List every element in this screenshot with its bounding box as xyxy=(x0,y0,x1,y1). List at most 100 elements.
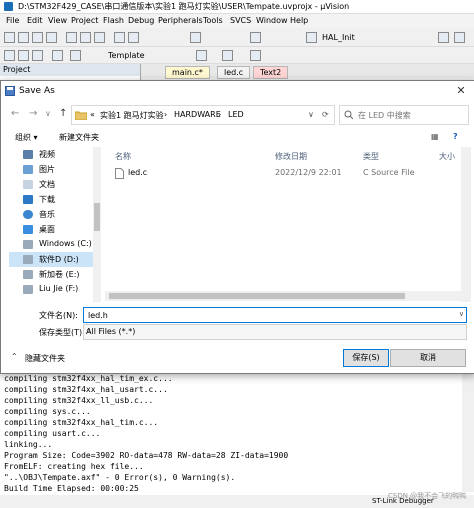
c-source-file-icon xyxy=(115,168,124,179)
build-output-window: compiling stm32f4xx_hal_tim_ex.c... comp… xyxy=(0,370,474,508)
file-list-scrollbar[interactable] xyxy=(461,147,471,302)
nav-item-music[interactable]: 音乐 xyxy=(9,207,95,222)
filename-field[interactable]: ∨ xyxy=(83,307,467,323)
help-icon[interactable]: ? xyxy=(453,132,458,141)
save-all-icon[interactable] xyxy=(46,32,57,43)
tab-main-c[interactable]: main.c* xyxy=(165,66,210,79)
debug-start-icon[interactable] xyxy=(438,32,449,43)
nav-item-drive-e[interactable]: 新加卷 (E:) xyxy=(9,267,95,282)
cancel-button[interactable]: 取消 xyxy=(390,349,466,367)
nav-item-pictures[interactable]: 图片 xyxy=(9,162,95,177)
nav-item-desktop[interactable]: 桌面 xyxy=(9,222,95,237)
target-options-icon[interactable] xyxy=(196,50,207,61)
build-line: FromELF: creating hex file... xyxy=(4,462,144,471)
chevron-down-icon[interactable]: ∨ xyxy=(459,310,464,318)
save-icon[interactable] xyxy=(32,32,43,43)
column-date[interactable]: 修改日期 xyxy=(275,151,307,162)
column-size[interactable]: 大小 xyxy=(439,151,455,162)
menu-flash[interactable]: Flash xyxy=(103,16,124,25)
build-line: compiling stm32f4xx_ll_usb.c... xyxy=(4,396,154,405)
filetype-select[interactable]: All Files (*.*) ∨ xyxy=(83,324,467,340)
column-type[interactable]: 类型 xyxy=(363,151,379,162)
nav-item-drive-d[interactable]: 软件D (D:) xyxy=(9,252,95,267)
address-overflow[interactable]: « xyxy=(90,110,95,119)
up-folder-icon[interactable]: ↑ xyxy=(59,108,67,119)
filename-input[interactable] xyxy=(86,309,450,322)
save-as-icon xyxy=(5,86,15,96)
recent-locations-icon[interactable]: ∨ xyxy=(45,109,51,118)
address-separator: › xyxy=(164,110,168,119)
target-select[interactable]: Template xyxy=(108,51,145,60)
refresh-icon[interactable]: ⟳ xyxy=(322,110,329,119)
forward-arrow-icon[interactable]: → xyxy=(29,108,37,119)
address-segment-led[interactable]: LED xyxy=(228,110,244,119)
save-button[interactable]: 保存(S) xyxy=(343,349,389,367)
redo-icon[interactable] xyxy=(128,32,139,43)
build-output-scrollbar[interactable] xyxy=(462,372,474,492)
view-options-icon[interactable]: ▦ xyxy=(431,132,439,141)
paste-icon[interactable] xyxy=(94,32,105,43)
address-dropdown-icon[interactable]: ∨ xyxy=(308,110,314,119)
app-title: D:\STM32F429_CASE\串口通信版本\实验1 跑马灯实验\USER\… xyxy=(18,2,350,11)
file-list-hscrollbar[interactable] xyxy=(105,291,461,301)
nav-item-documents[interactable]: 文档 xyxy=(9,177,95,192)
file-date: 2022/12/9 22:01 xyxy=(275,168,342,177)
hide-folders-chevron-icon[interactable]: ⌃ xyxy=(11,352,18,361)
address-separator: › xyxy=(218,110,222,119)
dialog-title-bar: Save As ✕ xyxy=(1,81,474,101)
back-arrow-icon[interactable]: ← xyxy=(11,108,19,119)
nav-item-downloads[interactable]: 下载 xyxy=(9,192,95,207)
new-folder-button[interactable]: 新建文件夹 xyxy=(59,132,99,143)
address-segment-hardware[interactable]: HARDWARE xyxy=(174,110,221,119)
menu-help[interactable]: Help xyxy=(290,16,308,25)
menu-svcs[interactable]: SVCS xyxy=(230,16,251,25)
hide-folders-toggle[interactable]: 隐藏文件夹 xyxy=(25,353,65,364)
nav-item-drive-f[interactable]: Liu Jie (F:) xyxy=(9,282,95,297)
menu-peripherals[interactable]: Peripherals xyxy=(158,16,203,25)
cut-icon[interactable] xyxy=(66,32,77,43)
uvision-app-icon xyxy=(4,2,13,11)
hscroll-thumb[interactable] xyxy=(109,293,405,299)
batch-build-icon[interactable] xyxy=(52,50,63,61)
menu-window[interactable]: Window xyxy=(256,16,288,25)
chevron-down-icon[interactable]: ∨ xyxy=(86,327,464,335)
file-row[interactable]: led.c 2022/12/9 22:01 C Source File xyxy=(105,165,461,181)
nav-pane-scroll-thumb[interactable] xyxy=(94,203,100,231)
translate-icon[interactable] xyxy=(4,50,15,61)
search-box[interactable] xyxy=(339,105,469,125)
menu-project[interactable]: Project xyxy=(71,16,98,25)
configure-icon[interactable] xyxy=(454,32,465,43)
nav-item-videos[interactable]: 视频 xyxy=(9,147,95,162)
nav-item-drive-c[interactable]: Windows (C:) xyxy=(9,237,95,252)
tab-led-c[interactable]: led.c xyxy=(217,66,251,79)
tab-text2[interactable]: Text2 xyxy=(253,66,289,79)
open-file-icon[interactable] xyxy=(18,32,29,43)
menu-tools[interactable]: Tools xyxy=(203,16,223,25)
column-name[interactable]: 名称 xyxy=(115,151,131,162)
menu-debug[interactable]: Debug xyxy=(128,16,154,25)
menu-view[interactable]: View xyxy=(48,16,67,25)
rebuild-icon[interactable] xyxy=(32,50,43,61)
search-input[interactable] xyxy=(356,108,464,122)
copy-icon[interactable] xyxy=(80,32,91,43)
bookmark-icon[interactable] xyxy=(190,32,201,43)
undo-icon[interactable] xyxy=(114,32,125,43)
function-combo[interactable]: HAL_Init xyxy=(322,33,355,42)
menu-edit[interactable]: Edit xyxy=(27,16,43,25)
build-icon[interactable] xyxy=(18,50,29,61)
find-in-files-icon[interactable] xyxy=(306,32,317,43)
manage-components-icon[interactable] xyxy=(222,50,233,61)
close-icon[interactable]: ✕ xyxy=(453,84,469,98)
new-file-icon[interactable] xyxy=(4,32,15,43)
address-segment-experiment[interactable]: 实验1 跑马灯实验 xyxy=(100,110,164,121)
address-bar[interactable]: « 实验1 跑马灯实验 › HARDWARE › LED ∨ ⟳ xyxy=(71,105,335,125)
navigation-pane: 视频 图片 文档 下载 音乐 桌面 Windows (C:) 软件D (D:) … xyxy=(9,147,101,302)
pack-installer-icon[interactable] xyxy=(250,50,261,61)
menu-file[interactable]: File xyxy=(6,16,19,25)
app-title-bar: D:\STM32F429_CASE\串口通信版本\实验1 跑马灯实验\USER\… xyxy=(0,0,474,14)
organize-button[interactable]: 组织 ▾ xyxy=(15,132,38,143)
project-pane-header: Project xyxy=(0,64,140,76)
indent-icon[interactable] xyxy=(250,32,261,43)
download-icon[interactable] xyxy=(70,50,81,61)
build-line: compiling usart.c... xyxy=(4,429,101,438)
